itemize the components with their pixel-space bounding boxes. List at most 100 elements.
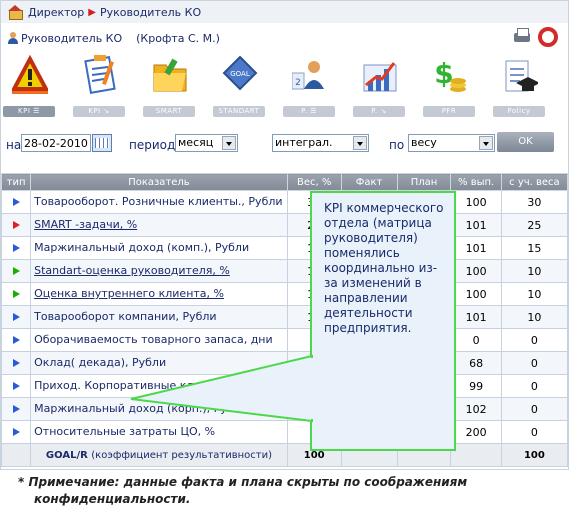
date-label: на: [6, 138, 22, 152]
indicator-name[interactable]: SMART -задачи, %: [30, 213, 288, 237]
user-name: (Крофта С. М.): [136, 31, 220, 45]
by-select[interactable]: весу: [408, 134, 495, 152]
row-type-cell: [0, 213, 32, 237]
arrow-right-icon[interactable]: [12, 404, 20, 413]
indicator-name: Оклад( декада), Рубли: [30, 351, 288, 375]
indicator-name: Маржинальный доход (комп.), Рубли: [30, 236, 288, 260]
tool-tab-label: PFR: [423, 106, 475, 117]
tool-people[interactable]: 2 P. ☰: [281, 55, 337, 121]
breadcrumb-current: Руководитель КО: [99, 5, 202, 19]
tool-policy[interactable]: Policy: [491, 55, 547, 121]
weighted-cell: 0: [500, 328, 569, 352]
period-select[interactable]: месяц: [175, 134, 238, 152]
indicator-name: Маржинальный доход (корп.), Рубли: [30, 397, 288, 421]
people-icon: 2: [292, 61, 324, 90]
tool-standart[interactable]: GOAL STANDART: [211, 55, 267, 121]
weighted-cell: 10: [500, 282, 569, 306]
user-icon: [8, 32, 18, 44]
table-row[interactable]: Товарооборот компании, Рубли1010110: [0, 305, 569, 329]
tool-smart[interactable]: SMART: [141, 55, 197, 121]
pct-cell: 100: [450, 282, 502, 306]
table-row[interactable]: SMART -задачи, %2510125: [0, 213, 569, 237]
pct-cell: 100: [450, 259, 502, 283]
arrow-right-icon[interactable]: [12, 197, 20, 206]
weighted-cell: 0: [500, 420, 569, 444]
money-icon: $: [434, 57, 466, 92]
chevron-down-icon: [353, 136, 367, 150]
weighted-cell: 10: [500, 259, 569, 283]
arrow-right-icon[interactable]: [12, 381, 20, 390]
table-row[interactable]: Товарооборот. Розничные клиенты., Рубли 3…: [0, 190, 569, 214]
col-fact[interactable]: Факт: [340, 173, 398, 191]
chevron-down-icon: [222, 136, 236, 150]
app-window: Директор ▶ Руководитель КО Руководитель …: [0, 0, 569, 470]
indicator-name[interactable]: Оценка внутреннего клиента, %: [30, 282, 288, 306]
tool-kpi-summary[interactable]: KPI ☰: [1, 55, 57, 121]
row-type-cell: [0, 305, 32, 329]
pct-cell: 99: [450, 374, 502, 398]
annotation-callout: KPI коммерческого отдела (матрица руково…: [310, 191, 456, 451]
indicator-name[interactable]: Standart-оценка руководителя, %: [30, 259, 288, 283]
arrow-right-icon[interactable]: [12, 335, 20, 344]
row-type-cell: [0, 328, 32, 352]
footer-label-cell: GOAL/R (коэффициент результативности): [30, 443, 288, 467]
print-icon[interactable]: [512, 27, 532, 45]
arrow-right-icon[interactable]: [12, 427, 20, 436]
col-plan[interactable]: План: [396, 173, 452, 191]
indicator-name: Приход. Корпоративные клиенты: [30, 374, 288, 398]
folder-icon: [153, 58, 187, 92]
kpi-table: тип Показатель Вес, % Факт План % вып. с…: [0, 173, 569, 467]
table-row[interactable]: Standart-оценка руководителя, %1010010: [0, 259, 569, 283]
pct-cell: 101: [450, 213, 502, 237]
indicator-name: Товарооборот компании, Рубли: [30, 305, 288, 329]
breadcrumb-root[interactable]: Директор: [28, 6, 84, 19]
mode-value: интеграл.: [275, 136, 333, 149]
arrow-right-icon[interactable]: [12, 266, 20, 275]
tool-tab-label: STANDART: [213, 106, 265, 117]
table-row[interactable]: Оборачиваемость товарного запаса, дни000: [0, 328, 569, 352]
weighted-cell: 30: [500, 190, 569, 214]
pct-cell: 0: [450, 328, 502, 352]
calendar-icon[interactable]: [92, 134, 112, 152]
goal-icon: GOAL: [222, 55, 258, 91]
footnote-line-1: * Примечание: данные факта и плана скрыт…: [18, 475, 468, 489]
weighted-cell: 25: [500, 213, 569, 237]
ok-button[interactable]: OK: [497, 132, 554, 152]
table-row[interactable]: Маржинальный доход (комп.), Рубли1510115: [0, 236, 569, 260]
tool-kpi-detail[interactable]: KPI ↘: [71, 55, 127, 121]
indicator-name: Товарооборот. Розничные клиенты., Рубли: [30, 190, 288, 214]
arrow-right-icon[interactable]: [12, 358, 20, 367]
logout-icon[interactable]: [538, 27, 558, 47]
col-type[interactable]: тип: [0, 173, 32, 191]
weighted-cell: 15: [500, 236, 569, 260]
col-indicator[interactable]: Показатель: [30, 173, 288, 191]
tool-growth[interactable]: P. ↘: [351, 55, 407, 121]
indicator-name: Относительные затраты ЦО, %: [30, 420, 288, 444]
growth-chart-icon: [363, 62, 397, 92]
tool-tab-label: KPI ☰: [3, 106, 55, 117]
pct-cell: 101: [450, 236, 502, 260]
pct-cell: 68: [450, 351, 502, 375]
table-row[interactable]: Оценка внутреннего клиента, %1010010: [0, 282, 569, 306]
table-row[interactable]: Маржинальный доход (корп.), Рубли 102 0: [0, 397, 569, 421]
date-input[interactable]: [21, 134, 91, 152]
footnote: * Примечание: данные факта и плана скрыт…: [18, 474, 467, 508]
indicator-name: Оборачиваемость товарного запаса, дни: [30, 328, 288, 352]
mode-select[interactable]: интеграл.: [272, 134, 369, 152]
policy-icon: [505, 60, 538, 92]
arrow-right-icon[interactable]: [12, 243, 20, 252]
tool-pfr[interactable]: $ PFR: [421, 55, 477, 121]
table-row[interactable]: Оклад( декада), Рубли 68 0: [0, 351, 569, 375]
table-row[interactable]: Приход. Корпоративные клиенты 99 0: [0, 374, 569, 398]
arrow-right-icon[interactable]: [12, 220, 20, 229]
home-icon[interactable]: [8, 5, 23, 20]
table-row[interactable]: Относительные затраты ЦО, %02000: [0, 420, 569, 444]
row-type-cell: [0, 190, 32, 214]
col-weighted[interactable]: с уч. веса: [500, 173, 569, 191]
arrow-right-icon[interactable]: [12, 289, 20, 298]
col-pct[interactable]: % вып.: [450, 173, 502, 191]
row-type-cell: [0, 420, 32, 444]
arrow-right-icon[interactable]: [12, 312, 20, 321]
col-weight[interactable]: Вес, %: [286, 173, 342, 191]
breadcrumb-arrow-icon: ▶: [88, 6, 96, 18]
